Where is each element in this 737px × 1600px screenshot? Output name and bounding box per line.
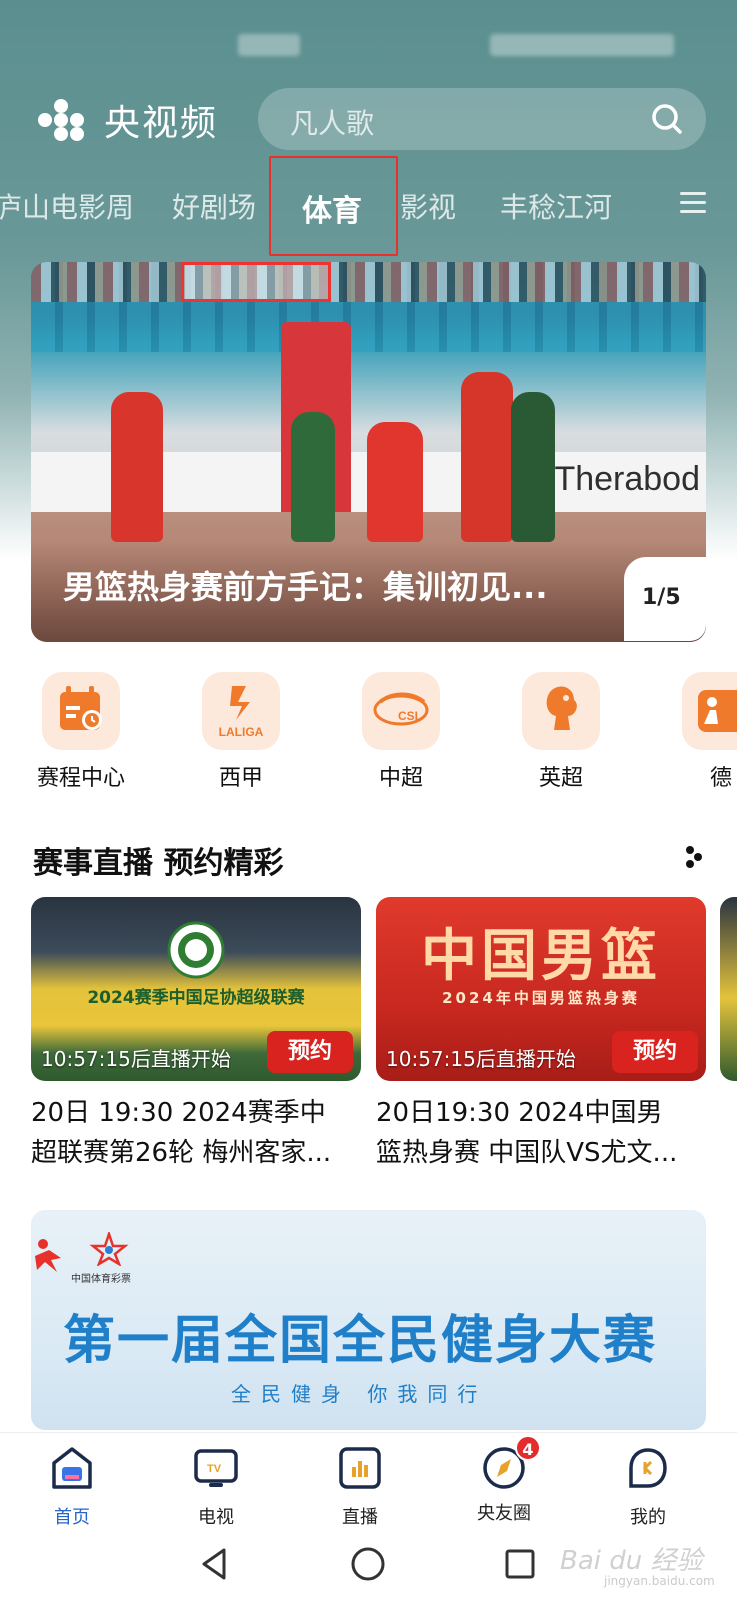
league-item-schedule[interactable]: 赛程中心 <box>36 672 126 792</box>
nav-label: 央友圈 <box>477 1503 531 1524</box>
nav-tv[interactable]: TV 电视 <box>166 1445 266 1529</box>
watermark-subtext: jingyan.baidu.com <box>604 1574 715 1588</box>
live-card-csl[interactable]: 2024赛季中国足协超级联赛 10:57:15后直播开始 预约 20日 19:3… <box>31 897 361 1173</box>
promo-subtitle: 全民健身 你我同行 <box>231 1382 488 1406</box>
tab-lushan-film-week[interactable]: 庐山电影周 <box>0 186 134 226</box>
card-countdown: 10:57:15后直播开始 <box>41 1047 231 1071</box>
promo-banner[interactable]: 中国体育彩票 第一届全国全民健身大赛 全民健身 你我同行 <box>31 1210 706 1430</box>
league-item-bundesliga[interactable]: 德 <box>676 672 737 792</box>
profile-icon <box>629 1448 667 1488</box>
app-logo[interactable]: 央视频 <box>30 94 218 146</box>
home-icon <box>52 1447 92 1489</box>
csl-icon: CSL <box>362 672 440 750</box>
card-title-line2: 超联赛第26轮 梅州客家... <box>31 1138 332 1168</box>
hero-banner[interactable]: Therabod 男篮热身赛前方手记：集训初见... <box>31 262 706 642</box>
card-title-line2: 篮热身赛 中国队VS尤文... <box>376 1138 678 1168</box>
tab-highlight-box <box>269 156 398 256</box>
nav-live[interactable]: 直播 <box>310 1445 410 1529</box>
bottom-navigation: 首页 TV 电视 直播 4 央友圈 我的 <box>0 1432 737 1532</box>
banner-page-counter: 1/5 <box>624 557 706 641</box>
promo-title: 第一届全国全民健身大赛 <box>63 1311 658 1371</box>
banner-player <box>291 412 335 542</box>
league-item-csl[interactable]: CSL 中超 <box>356 672 446 792</box>
live-card-basketball[interactable]: 中国男篮 2024年中国男篮热身赛 10:57:15后直播开始 预约 20日19… <box>376 897 706 1173</box>
league-shortcuts: 赛程中心 LALIGA 西甲 CSL 中超 英超 德 <box>0 672 737 792</box>
banner-player <box>111 392 163 542</box>
banner-crowd <box>31 262 706 302</box>
league-label: 德 <box>709 766 732 791</box>
promo-logo-caption: 中国体育彩票 <box>71 1274 131 1285</box>
card-title-line1: 20日 19:30 2024赛季中 <box>31 1098 326 1128</box>
card-countdown: 10:57:15后直播开始 <box>386 1047 576 1071</box>
compass-icon-wrapper: 4 <box>481 1435 541 1491</box>
live-card-partial[interactable] <box>720 897 737 1081</box>
status-bar <box>0 34 737 64</box>
card-thumbnail: 中国男篮 2024年中国男篮热身赛 10:57:15后直播开始 预约 <box>376 897 706 1081</box>
calendar-icon <box>42 672 120 750</box>
league-item-premier-league[interactable]: 英超 <box>516 672 606 792</box>
card-thumbnail <box>720 897 737 1081</box>
menu-icon[interactable] <box>680 192 706 214</box>
banner-counter-text: 1/5 <box>642 585 681 610</box>
svg-text:LALIGA: LALIGA <box>219 725 264 739</box>
recents-icon[interactable] <box>504 1548 536 1580</box>
banner-player <box>511 392 555 542</box>
league-label: 中超 <box>378 766 423 791</box>
more-icon[interactable] <box>684 845 704 869</box>
cfa-icon <box>167 921 225 979</box>
nav-home[interactable]: 首页 <box>22 1445 122 1529</box>
bundesliga-icon <box>682 672 737 750</box>
status-time-blurred <box>238 34 300 56</box>
banner-player <box>367 422 423 542</box>
status-icons-blurred <box>490 34 674 56</box>
nav-friends-circle[interactable]: 4 央友圈 <box>454 1435 554 1525</box>
tab-good-drama[interactable]: 好剧场 <box>172 186 256 226</box>
tab-film-tv[interactable]: 影视 <box>400 186 456 226</box>
reserve-button[interactable]: 预约 <box>267 1031 353 1073</box>
laliga-icon: LALIGA <box>202 672 280 750</box>
live-icon <box>339 1447 381 1489</box>
league-item-laliga[interactable]: LALIGA 西甲 <box>196 672 286 792</box>
logo-icon <box>30 97 92 143</box>
notification-badge: 4 <box>515 1435 541 1461</box>
svg-text:TV: TV <box>207 1463 222 1475</box>
app-name: 央视频 <box>104 103 219 144</box>
search-placeholder: 凡人歌 <box>290 107 375 140</box>
top-header: 央视频 凡人歌 <box>0 88 737 152</box>
tab-fengren-jianghe[interactable]: 丰稔江河 <box>500 186 612 226</box>
back-icon[interactable] <box>198 1546 230 1582</box>
fitness-logo-icon <box>35 1239 61 1272</box>
banner-ad-text: Therabod <box>554 460 700 498</box>
tv-icon: TV <box>194 1449 238 1487</box>
svg-text:CSL: CSL <box>398 709 422 723</box>
premier-league-icon <box>522 672 600 750</box>
card-thumbnail: 2024赛季中国足协超级联赛 10:57:15后直播开始 预约 <box>31 897 361 1081</box>
reserve-button[interactable]: 预约 <box>612 1031 698 1073</box>
watermark-text: Bai du 经验 <box>560 1546 703 1576</box>
banner-player <box>461 372 513 542</box>
search-bar[interactable]: 凡人歌 <box>258 88 706 150</box>
nav-label: 直播 <box>342 1507 378 1528</box>
search-icon[interactable] <box>650 102 684 136</box>
league-label: 英超 <box>538 766 583 791</box>
nav-label: 我的 <box>630 1507 666 1528</box>
nav-label: 首页 <box>54 1507 90 1528</box>
home-circle-icon[interactable] <box>350 1546 386 1582</box>
banner-backboard <box>181 262 331 302</box>
lottery-logo-icon <box>89 1232 129 1266</box>
league-label: 西甲 <box>218 766 263 791</box>
card-image-text: 2024赛季中国足协超级联赛 <box>87 988 305 1008</box>
card-title-line1: 20日19:30 2024中国男 <box>376 1098 663 1128</box>
card-image-title: 中国男篮 <box>421 924 661 989</box>
nav-profile[interactable]: 我的 <box>598 1445 698 1529</box>
section-title: 赛事直播 预约精彩 <box>33 846 284 881</box>
card-image-subtitle: 2024年中国男篮热身赛 <box>442 989 640 1007</box>
nav-label: 电视 <box>198 1507 234 1528</box>
league-label: 赛程中心 <box>36 766 125 791</box>
banner-caption: 男篮热身赛前方手记：集训初见... <box>63 568 548 606</box>
